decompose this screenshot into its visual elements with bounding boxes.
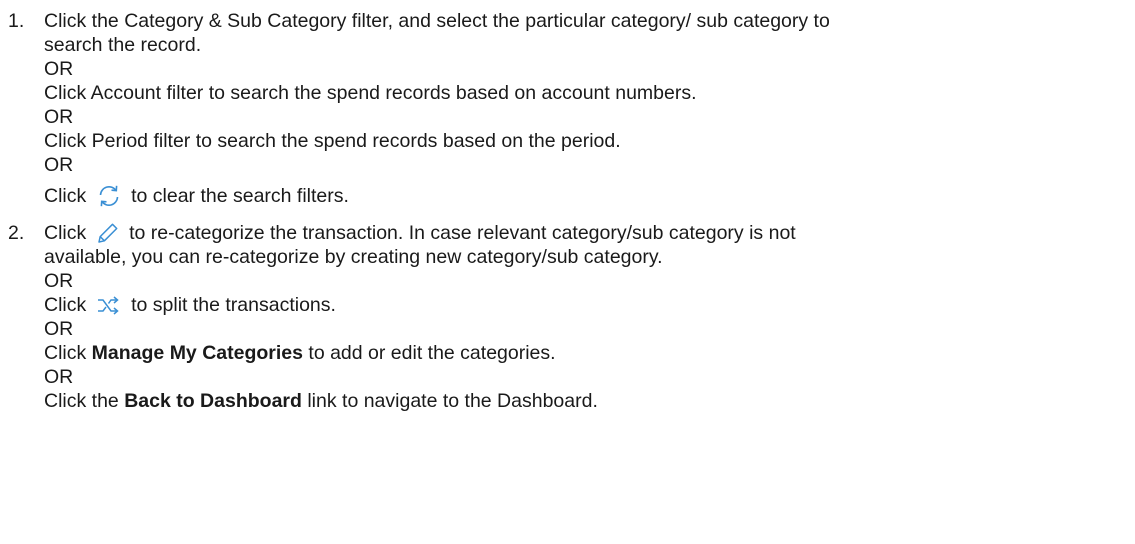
step-text-with-icon: Click to re-categorize the transaction. … [44,221,1135,245]
step-text-with-bold: Click Manage My Categories to add or edi… [44,341,1135,365]
or-separator: OR [44,318,74,340]
manage-categories-label: Manage My Categories [91,342,303,364]
click-word: Click [44,222,87,244]
step-1: 1. Click the Category & Sub Category fil… [0,0,1135,208]
step-text: search the record. [44,34,202,56]
or-separator: OR [44,270,74,292]
or-separator: OR [44,366,74,388]
or-separator: OR [44,106,74,128]
shuffle-icon [96,295,122,317]
step-text-with-icon: Click to split the transactions. [44,293,1135,317]
click-word: Click [44,342,87,364]
steps-list: 1. Click the Category & Sub Category fil… [0,0,1135,413]
or-separator: OR [44,154,74,176]
back-to-dashboard-label: Back to Dashboard [124,390,302,412]
click-word: Click [44,294,87,316]
step-text: Click the Category & Sub Category filter… [44,10,830,32]
refresh-icon [96,184,122,208]
step-text: to add or edit the categories. [308,342,556,364]
or-separator: OR [44,58,74,80]
step-text: available, you can re-categorize by crea… [44,246,663,268]
step-number: 1. [8,10,25,32]
step-text: to split the transactions. [131,294,336,316]
step-text: Click Period filter to search the spend … [44,130,621,152]
click-word: Click the [44,390,119,412]
step-text: Click Account filter to search the spend… [44,82,697,104]
step-number: 2. [8,222,25,244]
click-word: Click [44,185,87,207]
pencil-icon [96,221,120,245]
step-text-with-icon: Click to clear the search filters. [44,184,1135,208]
step-2: 2. Click to re-categorize the transactio… [0,221,1135,413]
step-text: link to navigate to the Dashboard. [307,390,598,412]
step-text-with-bold: Click the Back to Dashboard link to navi… [44,389,1135,413]
step-text: to clear the search filters. [131,185,349,207]
step-text: to re-categorize the transaction. In cas… [129,222,796,244]
instruction-document: 1. Click the Category & Sub Category fil… [0,0,1135,544]
